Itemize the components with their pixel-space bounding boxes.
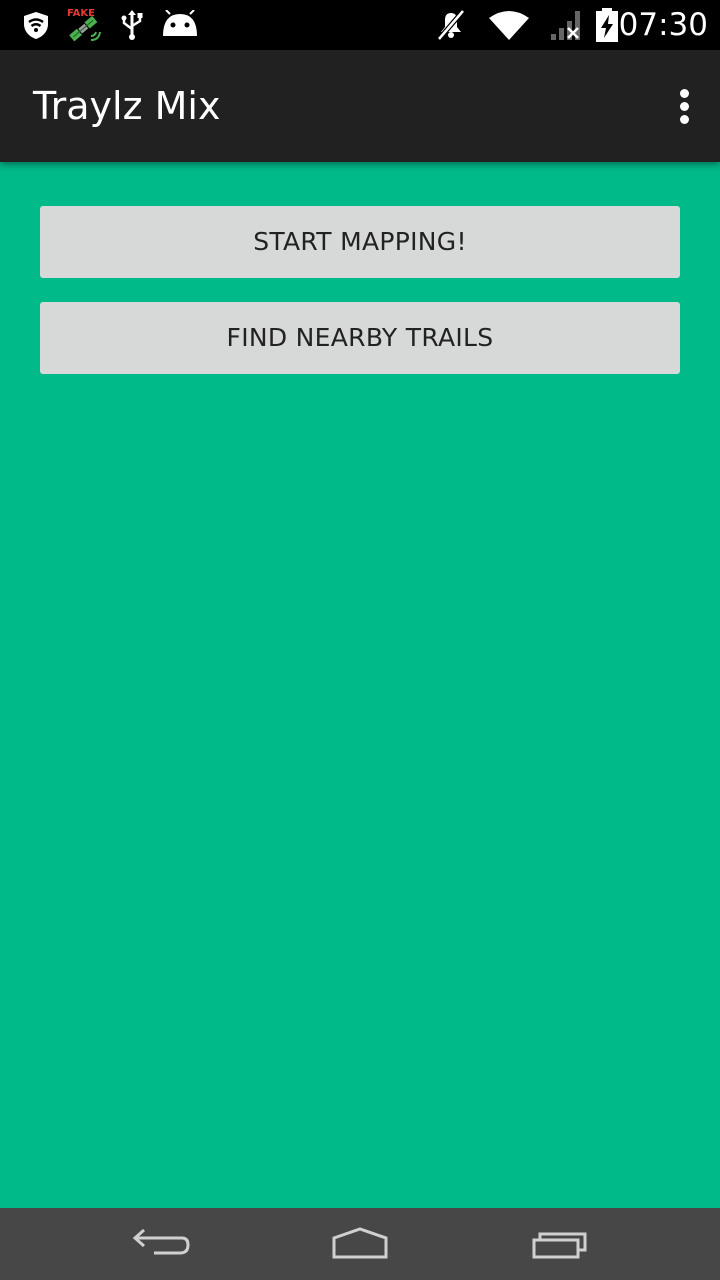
no-signal-icon <box>551 11 580 40</box>
app-title: Traylz Mix <box>33 84 221 128</box>
wifi-icon <box>489 11 529 40</box>
status-clock: 07:30 <box>618 7 708 43</box>
android-icon <box>163 10 197 36</box>
mute-icon <box>437 9 465 41</box>
main-content: START MAPPING! FIND NEARBY TRAILS <box>0 162 720 1208</box>
home-icon[interactable] <box>330 1226 390 1262</box>
battery-charging-icon <box>596 8 618 42</box>
recents-icon[interactable] <box>530 1226 590 1262</box>
navigation-bar <box>0 1208 720 1280</box>
back-icon[interactable] <box>130 1226 190 1262</box>
usb-icon <box>121 10 143 40</box>
start-mapping-button[interactable]: START MAPPING! <box>40 206 680 278</box>
shield-wifi-icon <box>24 12 48 39</box>
more-vert-icon[interactable] <box>664 82 704 130</box>
action-bar: Traylz Mix <box>0 50 720 162</box>
status-bar: FAKE 07:30 <box>0 0 720 50</box>
find-nearby-trails-button[interactable]: FIND NEARBY TRAILS <box>40 302 680 374</box>
fake-label: FAKE <box>67 8 95 19</box>
fake-gps-satellite-icon: FAKE <box>67 8 101 42</box>
